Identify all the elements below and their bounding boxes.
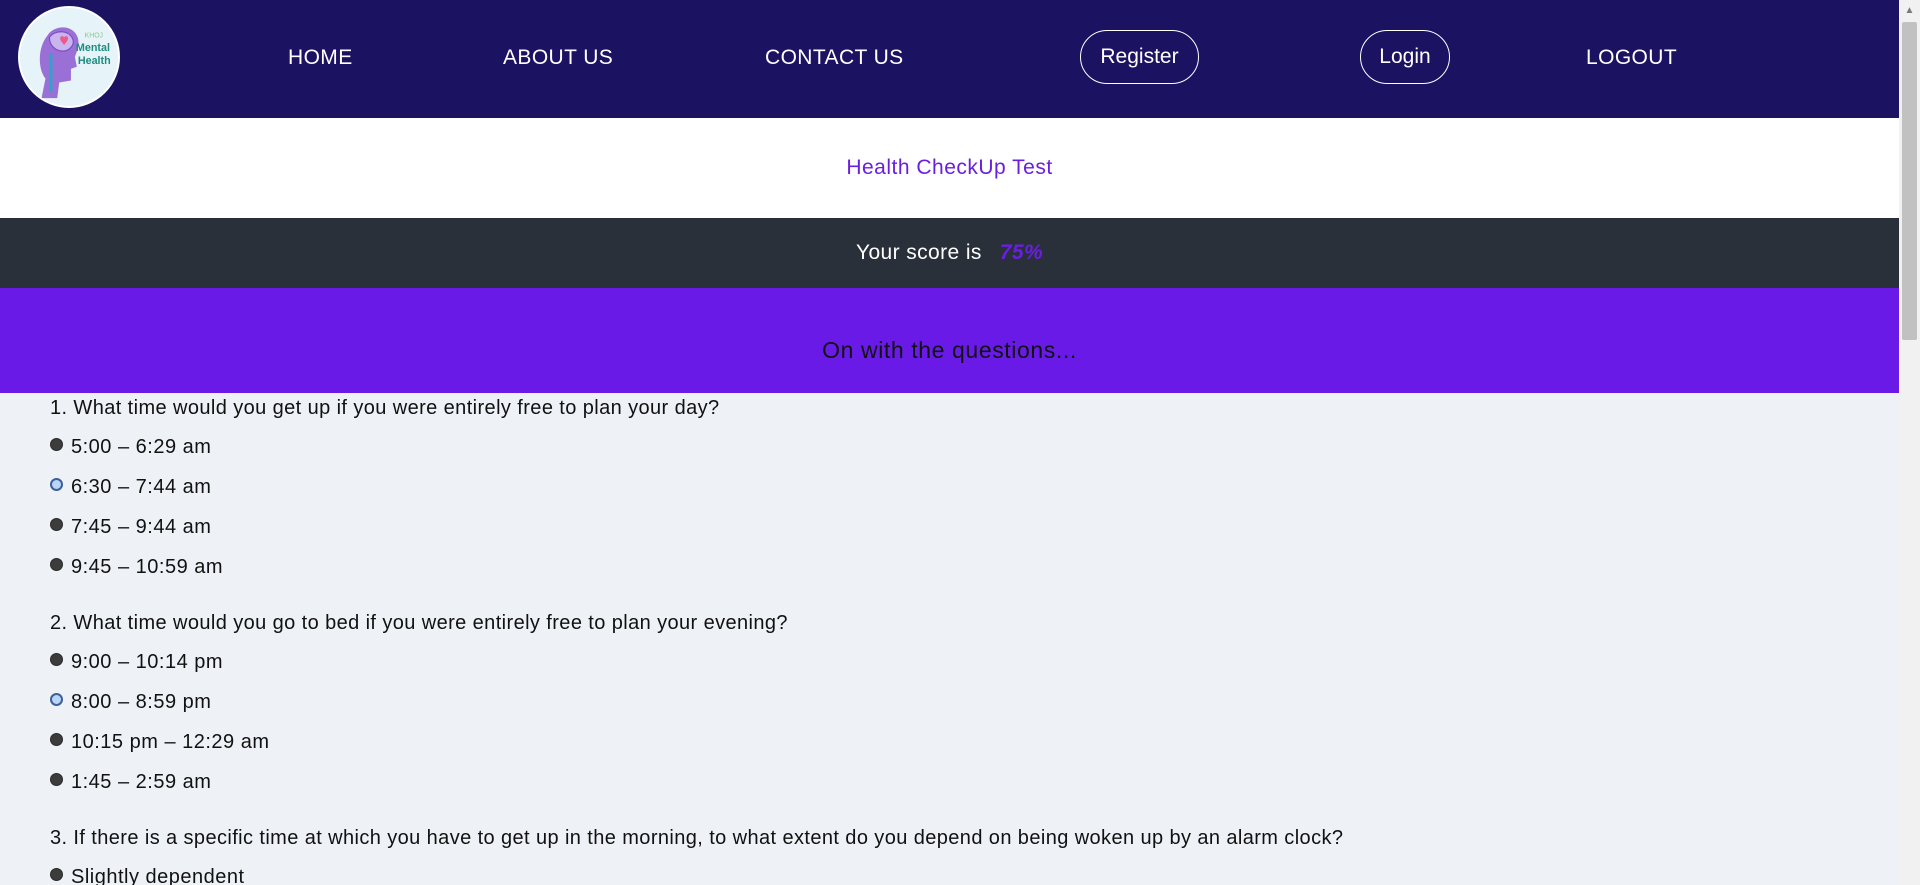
option-label: 1:45 – 2:59 am [71, 771, 212, 793]
option-label: 9:00 – 10:14 pm [71, 651, 224, 673]
register-button[interactable]: Register [1080, 30, 1199, 84]
option-label: 5:00 – 6:29 am [71, 436, 212, 458]
question-2-text: 2. What time would you go to bed if you … [50, 612, 788, 634]
logo-small-text: KHOJ [85, 32, 103, 39]
nav-about-link[interactable]: ABOUT US [503, 0, 613, 118]
question-2-option-4[interactable]: 1:45 – 2:59 am [50, 771, 211, 801]
score-label: Your score is [855, 241, 982, 264]
question-1-text: 1. What time would you get up if you wer… [50, 397, 720, 419]
login-button[interactable]: Login [1360, 30, 1450, 84]
option-label: 7:45 – 9:44 am [71, 516, 212, 538]
question-1-option-3[interactable]: 7:45 – 9:44 am [50, 516, 211, 546]
nav-home-link[interactable]: HOME [288, 0, 353, 118]
nav-contact-link[interactable]: CONTACT US [765, 0, 904, 118]
question-2-option-1[interactable]: 9:00 – 10:14 pm [50, 651, 223, 681]
radio-button[interactable] [50, 773, 63, 787]
radio-button[interactable] [50, 558, 63, 572]
questions-banner-text: On with the questions... [822, 337, 1077, 363]
radio-button[interactable] [50, 518, 63, 532]
score-value: 75% [999, 241, 1044, 264]
option-label: Slightly dependent [71, 866, 245, 885]
mental-health-logo[interactable]: KHOJ Mental Health [18, 6, 120, 108]
logo-text-line2: Health [78, 55, 111, 67]
navbar: KHOJ Mental Health HOME ABOUT US CONTACT… [0, 0, 1899, 118]
option-label: 6:30 – 7:44 am [71, 476, 212, 498]
score-band: Your score is 75% [0, 218, 1899, 288]
radio-button-checked[interactable] [50, 478, 63, 492]
question-2-option-3[interactable]: 10:15 pm – 12:29 am [50, 731, 270, 761]
radio-button[interactable] [50, 653, 63, 667]
question-2-option-2[interactable]: 8:00 – 8:59 pm [50, 691, 211, 721]
option-label: 8:00 – 8:59 pm [71, 691, 212, 713]
page-title: Health CheckUp Test [846, 156, 1053, 179]
scrollbar-thumb[interactable] [1902, 22, 1917, 340]
logo-text-line1: Mental [76, 42, 110, 54]
page-title-band: Health CheckUp Test [0, 118, 1899, 218]
question-1-option-2[interactable]: 6:30 – 7:44 am [50, 476, 211, 506]
nav-logout-link[interactable]: LOGOUT [1586, 0, 1677, 118]
scroll-up-arrow-icon[interactable]: ▲ [1899, 0, 1920, 21]
radio-button[interactable] [50, 868, 63, 882]
radio-button-checked[interactable] [50, 693, 63, 707]
question-3-option-1[interactable]: Slightly dependent [50, 866, 245, 885]
question-1-option-4[interactable]: 9:45 – 10:59 am [50, 556, 223, 586]
questions-list: 1. What time would you get up if you wer… [0, 393, 1899, 885]
option-label: 10:15 pm – 12:29 am [71, 731, 270, 753]
radio-button[interactable] [50, 733, 63, 747]
question-3-text: 3. If there is a specific time at which … [50, 827, 1344, 849]
vertical-scrollbar[interactable]: ▲ [1899, 0, 1920, 885]
radio-button[interactable] [50, 438, 63, 452]
option-label: 9:45 – 10:59 am [71, 556, 224, 578]
brain-head-icon: KHOJ Mental Health [20, 8, 118, 106]
questions-banner: On with the questions... [0, 288, 1899, 393]
question-1-option-1[interactable]: 5:00 – 6:29 am [50, 436, 211, 466]
